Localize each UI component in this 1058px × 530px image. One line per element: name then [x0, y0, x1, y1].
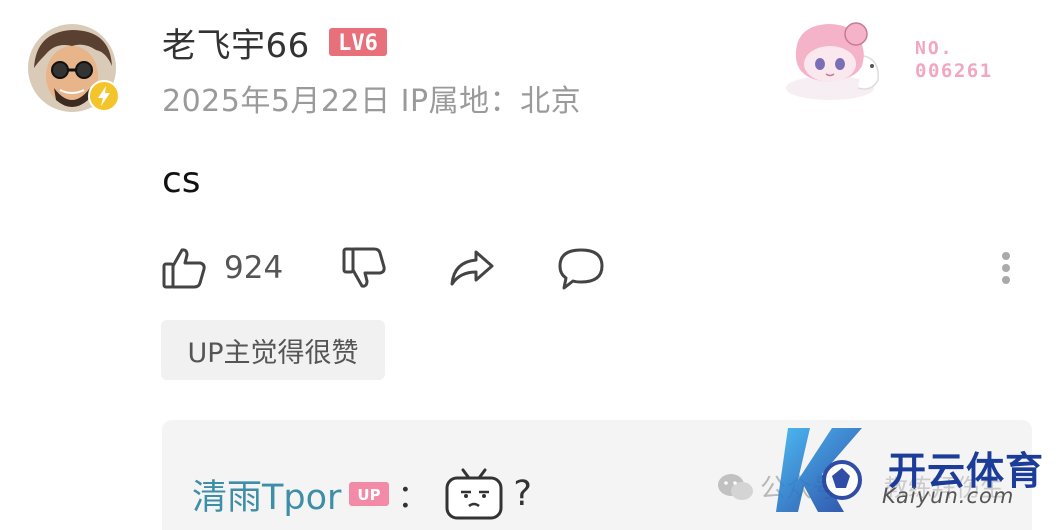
- svg-text:LV6: LV6: [338, 31, 378, 56]
- more-button[interactable]: [996, 238, 1016, 298]
- share-button[interactable]: [448, 238, 496, 298]
- thumbs-up-icon: [162, 248, 206, 289]
- kaiyun-logo: [776, 428, 862, 512]
- username[interactable]: 老飞宇66: [162, 18, 310, 67]
- more-vertical-icon: [1002, 252, 1010, 284]
- comment-meta: 2025年5月22日 IP属地：北京: [162, 84, 582, 119]
- lightning-badge-icon: [88, 80, 120, 112]
- reply-button[interactable]: [556, 238, 606, 298]
- like-count: 924: [224, 250, 284, 286]
- fan-number-label: NO.: [915, 38, 954, 59]
- like-button[interactable]: 924: [160, 238, 283, 298]
- reply-icon: [558, 248, 604, 290]
- reply-text: ?: [513, 474, 532, 514]
- tv-emote-icon: [445, 468, 503, 520]
- comment-text: cs: [162, 160, 201, 201]
- up-liked-tag: UP主觉得很赞: [161, 320, 385, 380]
- fan-number: NO. 006261: [915, 38, 993, 82]
- wechat-icon: [718, 473, 753, 500]
- fan-number-value: 006261: [915, 60, 993, 82]
- share-icon: [450, 250, 494, 286]
- up-badge: UP: [349, 482, 390, 506]
- reply-username[interactable]: 清雨Tpor: [192, 469, 341, 520]
- dislike-button[interactable]: [340, 238, 388, 298]
- level-badge: LV6: [328, 28, 387, 56]
- svg-text:UP: UP: [358, 486, 381, 504]
- thumbs-down-icon: [342, 247, 386, 288]
- reply-line: 清雨Tpor UP ： ?: [192, 468, 532, 520]
- fan-badge-image: [780, 16, 890, 102]
- watermark-site: Kaiyun.com: [882, 484, 1015, 508]
- reply-colon: ：: [397, 477, 430, 515]
- username-row: 老飞宇66 LV6: [162, 18, 388, 66]
- comment-actions: 924: [160, 238, 1040, 298]
